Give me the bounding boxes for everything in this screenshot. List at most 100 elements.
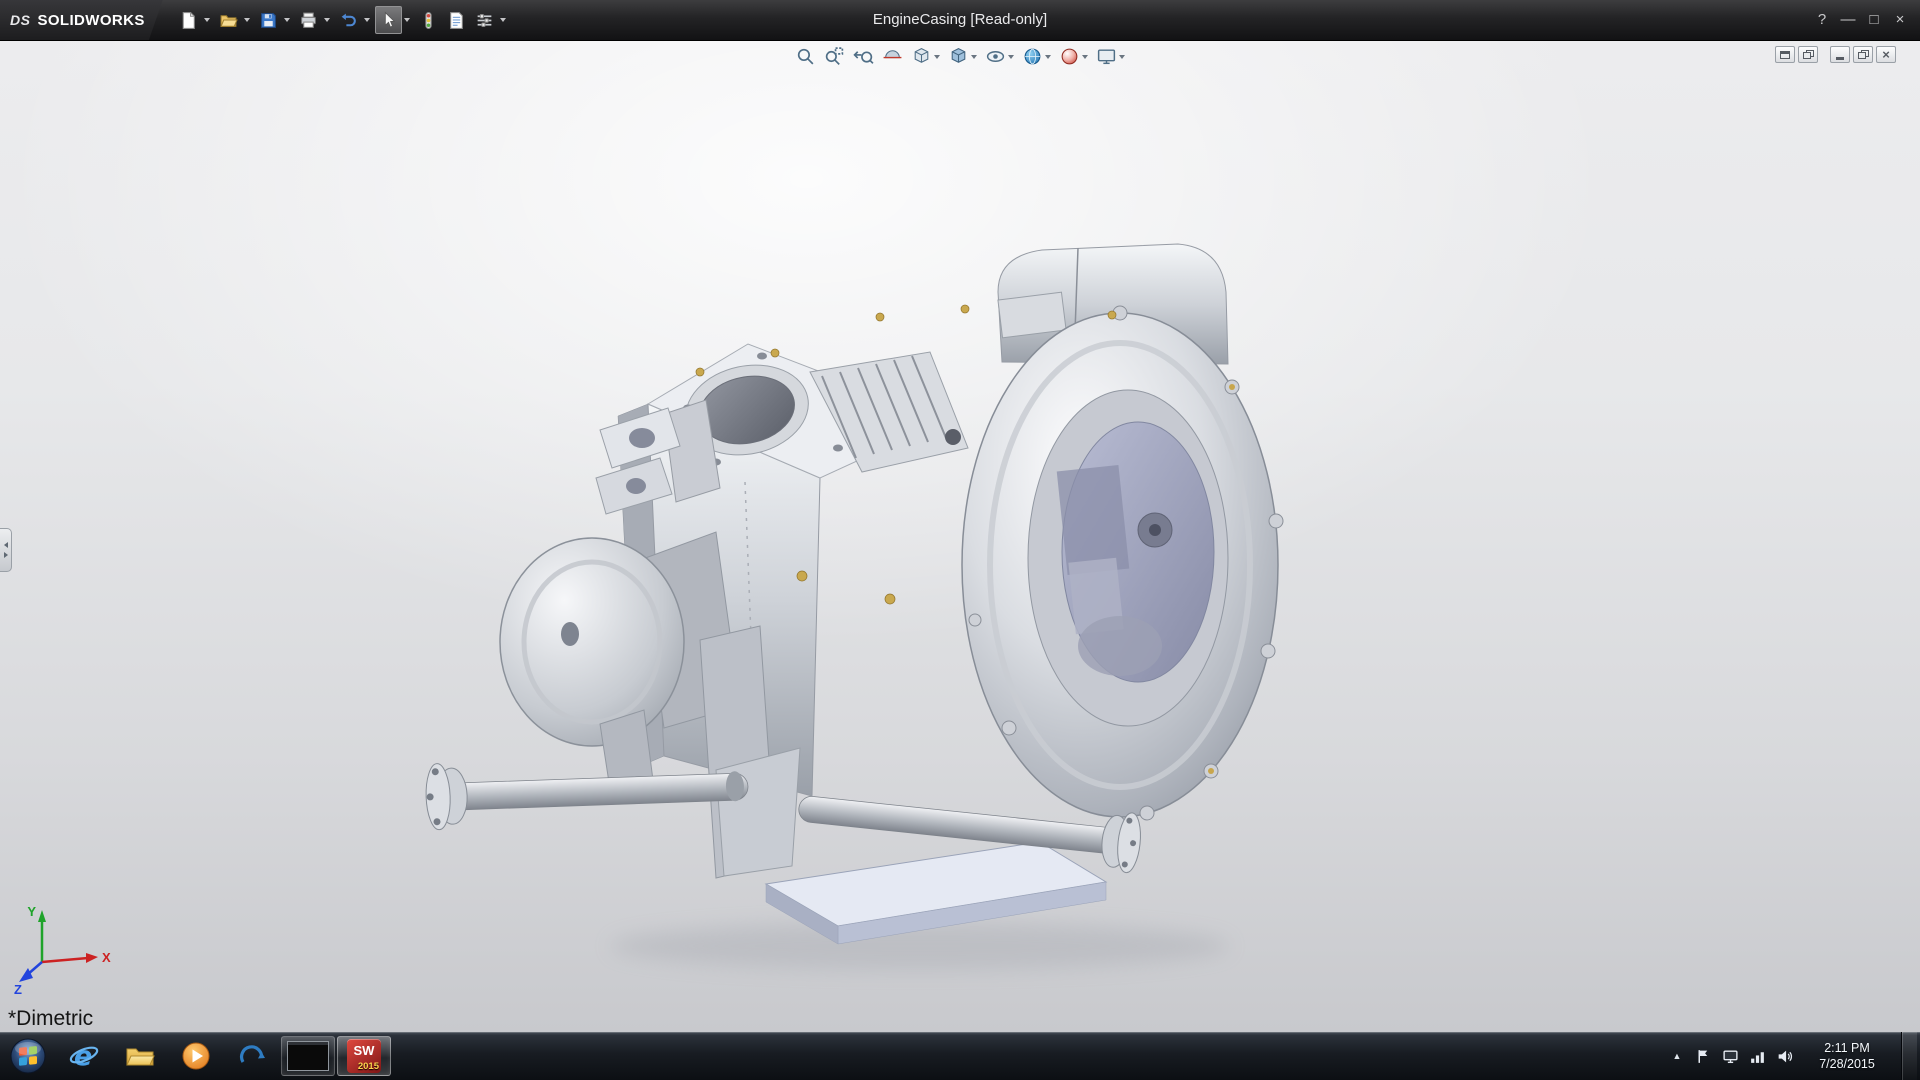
- print-icon: [299, 11, 318, 30]
- section-view-icon: [882, 46, 903, 67]
- view-settings-button[interactable]: [1094, 45, 1127, 68]
- view-orientation-label: *Dimetric: [8, 1007, 93, 1031]
- taskbar-command-prompt[interactable]: [281, 1036, 335, 1076]
- document-window-controls: ×: [1775, 46, 1896, 63]
- hide-show-items-button[interactable]: [983, 45, 1016, 68]
- windows-taskbar: e: [0, 1032, 1920, 1080]
- triad-z-label: Z: [14, 982, 22, 997]
- new-document-button[interactable]: [175, 6, 202, 34]
- view-settings-dropdown[interactable]: [1119, 55, 1125, 59]
- options-dropdown[interactable]: [500, 18, 506, 22]
- action-center-flag-icon[interactable]: [1695, 1048, 1712, 1065]
- network-icon[interactable]: [1749, 1048, 1766, 1065]
- zoom-to-fit-button[interactable]: [793, 45, 818, 68]
- app-name: SOLIDWORKS: [37, 12, 144, 29]
- zoom-to-area-icon: [824, 46, 845, 67]
- previous-view-button[interactable]: [851, 45, 876, 68]
- restore-pane-icon: [1803, 50, 1814, 59]
- undo-dropdown[interactable]: [364, 18, 370, 22]
- hidden-icons-chevron[interactable]: ▲: [1669, 1051, 1685, 1061]
- model-crankcase-housing: [962, 306, 1283, 820]
- options-button[interactable]: [471, 6, 498, 34]
- doc-window-mode-button[interactable]: [1775, 46, 1795, 63]
- zoom-to-area-button[interactable]: [822, 45, 847, 68]
- media-player-icon: [180, 1040, 212, 1072]
- title-bar: DS SOLIDWORKS: [0, 0, 1920, 41]
- open-dropdown[interactable]: [244, 18, 250, 22]
- taskbar-solidworks-launcher[interactable]: [225, 1034, 279, 1078]
- open-folder-icon: [219, 11, 238, 30]
- rebuild-button[interactable]: [415, 6, 442, 34]
- apply-scene-button[interactable]: [1020, 45, 1053, 68]
- solidworks-window: DS SOLIDWORKS: [0, 0, 1920, 1080]
- taskbar-windows-explorer[interactable]: [113, 1034, 167, 1078]
- hide-show-items-dropdown[interactable]: [1008, 55, 1014, 59]
- zoom-to-fit-icon: [795, 46, 816, 67]
- display-style-cube-icon: [948, 46, 969, 67]
- apply-scene-dropdown[interactable]: [1045, 55, 1051, 59]
- save-button[interactable]: [255, 6, 282, 34]
- tray-date: 7/28/2015: [1803, 1056, 1891, 1072]
- maximize-button[interactable]: □: [1862, 7, 1886, 33]
- view-orientation-dropdown[interactable]: [934, 55, 940, 59]
- print-button[interactable]: [295, 6, 322, 34]
- solidworks-2015-icon: SW 2015: [347, 1039, 381, 1073]
- edit-appearance-button[interactable]: [1057, 45, 1090, 68]
- triad-y-label: Y: [27, 904, 36, 919]
- undo-button[interactable]: [335, 6, 362, 34]
- view-orientation-cube-icon: [911, 46, 932, 67]
- quick-access-toolbar: [175, 0, 510, 40]
- close-button[interactable]: ×: [1888, 7, 1912, 33]
- display-icon[interactable]: [1722, 1048, 1739, 1065]
- display-style-dropdown[interactable]: [971, 55, 977, 59]
- solidworks-logo: DS SOLIDWORKS: [0, 0, 163, 40]
- restore-icon: [1858, 50, 1869, 59]
- doc-restore-pane-button[interactable]: [1798, 46, 1818, 63]
- window-icon: [1780, 51, 1790, 59]
- solidworks-2015-badge: 2015: [358, 1061, 379, 1072]
- featuremanager-collapsed-tab[interactable]: [0, 528, 12, 572]
- close-icon: ×: [1882, 48, 1890, 61]
- hide-show-eye-icon: [985, 46, 1006, 67]
- show-desktop-button[interactable]: [1901, 1032, 1917, 1080]
- volume-icon[interactable]: [1776, 1048, 1793, 1065]
- graphics-area[interactable]: × Y X Z *Dimetric: [0, 40, 1920, 1032]
- select-button[interactable]: [375, 6, 402, 34]
- view-orientation-button[interactable]: [909, 45, 942, 68]
- minimize-button[interactable]: —: [1836, 7, 1860, 33]
- expand-left-arrow-icon: [4, 542, 8, 548]
- ie-glyph: e: [74, 1041, 92, 1072]
- taskbar-media-player[interactable]: [169, 1034, 223, 1078]
- command-prompt-icon: [287, 1041, 329, 1071]
- doc-minimize-button[interactable]: [1830, 46, 1850, 63]
- taskbar-internet-explorer[interactable]: e: [57, 1034, 111, 1078]
- reference-triad: Y X Z: [12, 902, 122, 998]
- select-arrow-icon: [379, 11, 398, 30]
- display-style-button[interactable]: [946, 45, 979, 68]
- edit-appearance-dropdown[interactable]: [1082, 55, 1088, 59]
- undo-icon: [339, 11, 358, 30]
- solidworks-2015-letters: SW: [347, 1043, 381, 1058]
- open-button[interactable]: [215, 6, 242, 34]
- file-properties-button[interactable]: [443, 6, 470, 34]
- doc-restore-button[interactable]: [1853, 46, 1873, 63]
- doc-close-button[interactable]: ×: [1876, 46, 1896, 63]
- save-dropdown[interactable]: [284, 18, 290, 22]
- section-view-button[interactable]: [880, 45, 905, 68]
- minimize-icon: [1836, 57, 1844, 60]
- print-dropdown[interactable]: [324, 18, 330, 22]
- tray-clock[interactable]: 2:11 PM 7/28/2015: [1803, 1040, 1891, 1073]
- start-button[interactable]: [0, 1032, 56, 1080]
- document-title: EngineCasing [Read-only]: [873, 0, 1047, 40]
- new-document-dropdown[interactable]: [204, 18, 210, 22]
- view-settings-monitor-icon: [1096, 46, 1117, 67]
- engine-casing-model[interactable]: [0, 40, 1920, 1032]
- apply-scene-globe-icon: [1022, 46, 1043, 67]
- solidworks-launcher-icon: [236, 1040, 268, 1072]
- rebuild-traffic-light-icon: [419, 11, 438, 30]
- taskbar-solidworks-2015[interactable]: SW 2015: [337, 1036, 391, 1076]
- save-icon: [259, 11, 278, 30]
- select-dropdown[interactable]: [404, 18, 410, 22]
- help-button[interactable]: ?: [1810, 7, 1834, 33]
- previous-view-icon: [853, 46, 874, 67]
